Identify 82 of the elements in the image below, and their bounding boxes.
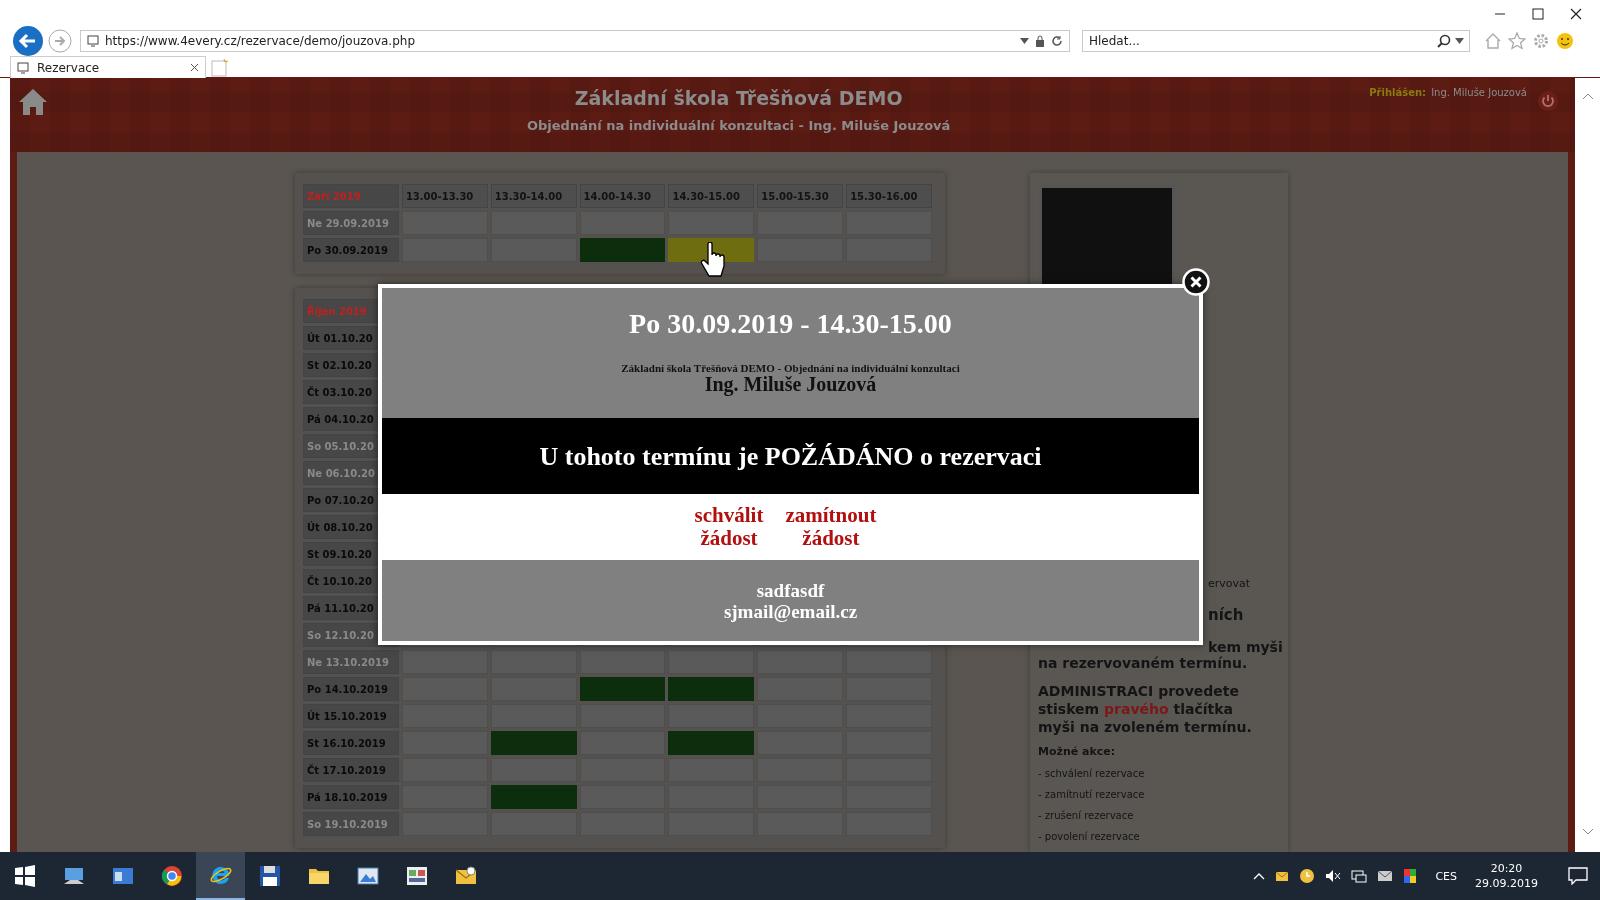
envelope-icon[interactable] [1275,870,1290,882]
date-label: Čt 17.10.2019 [303,758,399,782]
dropdown-icon[interactable] [1020,38,1029,44]
lock-icon [1035,35,1045,47]
status-message: U tohoto termínu je POŽÁDÁNO o rezervaci [539,441,1042,472]
action-item: - zamítnutí rezervace [1038,789,1146,800]
notification-icon[interactable] [1568,867,1588,885]
date-label: So 19.10.2019 [303,812,399,836]
clock-time: 20:20 [1490,861,1523,876]
context-text: Základní škola Třešňová DEMO - Objednání na individuální konzultaci [621,362,960,374]
back-icon[interactable] [12,25,44,57]
action-link[interactable]: schválit žádost [694,504,764,550]
date-label: St 16.10.2019 [303,731,399,755]
browser-tab[interactable]: Rezervace [10,56,206,78]
heading-text: ních [1208,606,1245,624]
date-label: Ne 13.10.2019 [303,650,399,674]
forward-icon[interactable] [48,29,72,53]
action-item: - zrušení rezervace [1038,810,1135,821]
picture-icon[interactable] [355,864,380,888]
booked-slot[interactable] [490,731,577,755]
mail-icon[interactable] [1377,870,1394,882]
booked-slot[interactable] [490,785,577,809]
network-icon[interactable] [1351,869,1368,883]
page-title: Základní škola Třešňová DEMO [574,87,903,109]
settings-icon[interactable] [1532,32,1550,50]
speaker-muted-icon[interactable] [1325,869,1342,883]
note-text: ervovat [1208,577,1252,590]
maximize-icon[interactable] [1532,8,1544,20]
language-indicator[interactable]: CES [1435,869,1457,883]
time-header: 14.00-14.30 [579,184,666,208]
search-icon[interactable] [1437,34,1451,48]
requester-name: sadfasdf [756,579,825,601]
date-label: Út 15.10.2019 [303,704,399,728]
booked-slot[interactable] [668,731,755,755]
app-icon[interactable] [404,864,429,888]
scroll-down-icon[interactable] [1581,828,1594,836]
star-icon[interactable] [1508,32,1526,50]
new-tab-icon[interactable] [210,58,230,78]
clock-badge-icon[interactable] [1299,868,1316,884]
clock-date: 29.09.2019 [1475,876,1538,891]
search-field[interactable]: Hledat... [1082,30,1470,52]
flag-icon[interactable] [1403,868,1418,884]
instruction-text: kem myši [1208,639,1280,655]
time-header: 15.30-16.00 [846,184,932,208]
date-label: Pá 18.10.2019 [303,785,399,809]
smiley-icon[interactable] [1556,32,1574,50]
admin-instruction: ADMINISTRACI provedete stiskem pravého tlačítka myši na zvoleném termínu. [1038,682,1253,736]
actions-heading: Možné akce: [1038,745,1117,758]
power-icon[interactable] [1537,90,1559,112]
address-bar[interactable]: https://www.4every.cz/rezervace/demo/jouzova.php [80,30,1070,52]
time-header: 14.30-15.00 [668,184,755,208]
windows-start-icon[interactable] [12,864,37,888]
action-item: - povolení rezervace [1038,831,1141,842]
dropdown-icon[interactable] [1455,38,1464,44]
browser-icon[interactable] [159,864,184,888]
instruction-text: na rezervovaném termínu. [1038,655,1249,671]
page-subtitle: Objednání na individuální konzultaci - Ing. Miluše Jouzová [526,118,951,133]
action-item: - schválení rezervace [1038,768,1146,779]
action-link[interactable]: zamítnout žádost [785,504,877,550]
date-label: Po 30.09.2019 [303,238,399,262]
close-icon[interactable] [190,63,199,72]
refresh-icon[interactable] [1051,35,1063,47]
login-label: Přihlášen: [1369,87,1427,98]
date-label: Ne 29.09.2019 [303,211,399,235]
booked-slot[interactable] [668,677,755,701]
slot-title: Po 30.09.2019 - 14.30-15.00 [629,308,952,340]
home-icon[interactable] [1484,32,1502,50]
caret-up-icon[interactable] [1253,872,1266,880]
teacher-name: Ing. Miluše Jouzová [704,374,877,394]
home-icon[interactable] [18,88,48,116]
time-header: 13.00-13.30 [401,184,488,208]
requester-email: sjmail@email.cz [723,600,858,622]
hand-cursor-icon [700,242,726,278]
booked-slot[interactable] [579,677,666,701]
time-header: 15.00-15.30 [757,184,844,208]
requested-slot[interactable] [668,238,755,262]
date-label: Po 14.10.2019 [303,677,399,701]
scroll-up-icon[interactable] [1581,92,1594,100]
time-header: 13.30-14.00 [490,184,577,208]
login-user: Ing. Miluše Jouzová [1431,87,1527,98]
month-label: Září 2019 [303,184,399,208]
close-icon[interactable] [1570,8,1582,20]
